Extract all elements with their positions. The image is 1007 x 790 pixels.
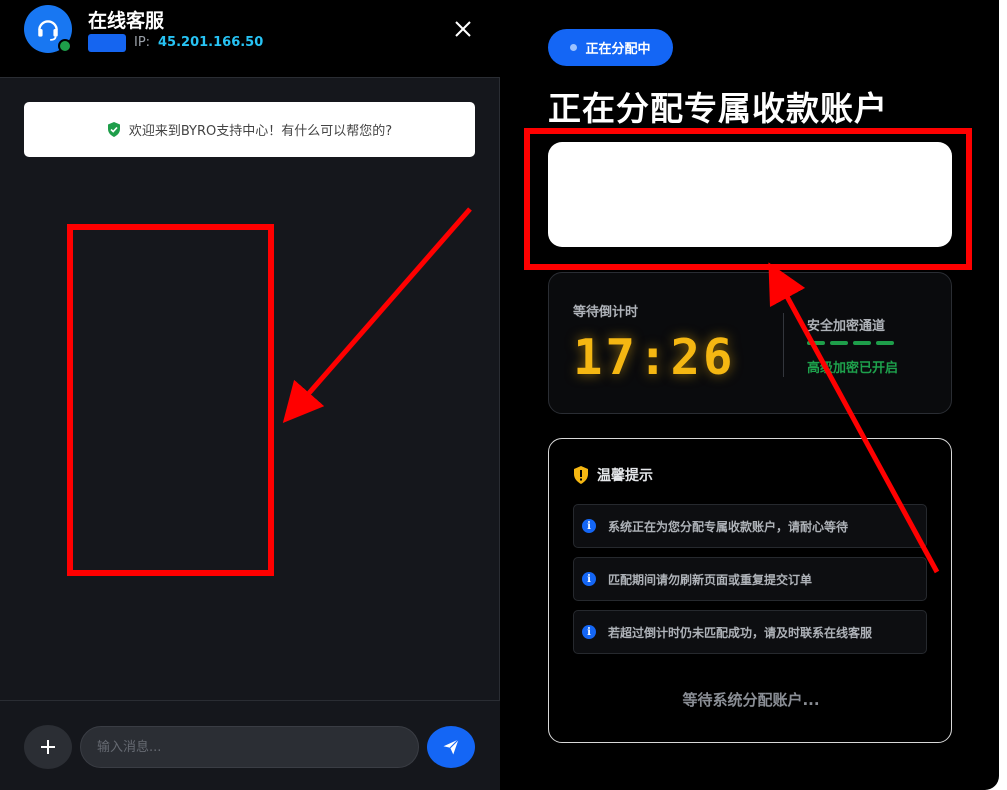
- tip-text: 若超过倒计时仍未匹配成功，请及时联系在线客服: [608, 625, 873, 640]
- info-icon: i: [582, 625, 596, 639]
- account-info-card: [548, 142, 952, 247]
- countdown-label: 等待倒计时: [573, 305, 639, 320]
- send-button[interactable]: [427, 726, 475, 768]
- strength-bar: [876, 341, 894, 345]
- chat-input-bar: [0, 700, 500, 790]
- tips-card: 温馨提示 i 系统正在为您分配专属收款账户，请耐心等待 i 匹配期间请勿刷新页面…: [548, 438, 952, 743]
- strength-bar: [853, 341, 871, 345]
- assignment-panel: 正在分配中 正在分配专属收款账户 等待倒计时 17:26 安全加密通道 高级加密…: [500, 0, 999, 790]
- tip-item: i 若超过倒计时仍未匹配成功，请及时联系在线客服: [573, 610, 927, 654]
- tip-item: i 系统正在为您分配专属收款账户，请耐心等待: [573, 504, 927, 548]
- strength-bar: [807, 341, 825, 345]
- waiting-text: 等待系统分配账户...: [682, 691, 820, 709]
- tip-text: 匹配期间请勿刷新页面或重复提交订单: [608, 572, 813, 587]
- tips-header: 温馨提示: [573, 465, 653, 485]
- secure-channel-label: 安全加密通道: [807, 319, 886, 334]
- page-title: 正在分配专属收款账户: [548, 89, 888, 128]
- plus-icon: [41, 740, 55, 754]
- status-badge-label: 正在分配中: [585, 42, 651, 57]
- tips-title: 温馨提示: [597, 468, 653, 484]
- online-status-dot: [58, 39, 72, 53]
- divider: [783, 313, 784, 377]
- secure-strength-bars: [807, 341, 894, 345]
- attach-button[interactable]: [24, 725, 72, 769]
- headset-icon: [38, 20, 58, 41]
- info-icon: i: [582, 572, 596, 586]
- status-badge: 正在分配中: [548, 29, 673, 66]
- strength-bar: [830, 341, 848, 345]
- chat-title: 在线客服: [88, 10, 165, 32]
- welcome-text: 欢迎来到BYRO支持中心！有什么可以帮您的?: [128, 124, 393, 139]
- countdown-value: 17:26: [573, 329, 736, 386]
- info-icon: i: [582, 519, 596, 533]
- secure-status: 高级加密已开启: [807, 361, 899, 376]
- ip-value: 45.201.166.50: [158, 35, 264, 50]
- chat-header: 在线客服 IP: 45.201.166.50: [0, 0, 500, 78]
- tip-item: i 匹配期间请勿刷新页面或重复提交订单: [573, 557, 927, 601]
- redacted-tag: [88, 34, 126, 52]
- countdown-card: 等待倒计时 17:26 安全加密通道 高级加密已开启: [548, 272, 952, 414]
- shield-check-icon: [107, 122, 120, 137]
- warning-shield-icon: [574, 466, 588, 484]
- welcome-banner: 欢迎来到BYRO支持中心！有什么可以帮您的?: [24, 102, 475, 157]
- tip-text: 系统正在为您分配专属收款账户，请耐心等待: [608, 519, 849, 534]
- close-icon: [455, 21, 471, 37]
- ip-label: IP:: [134, 35, 151, 50]
- message-input[interactable]: [80, 726, 419, 768]
- close-button[interactable]: [450, 16, 476, 42]
- send-icon: [443, 739, 459, 755]
- chat-panel: 在线客服 IP: 45.201.166.50 欢迎来到BYRO支持中心！有什么可…: [0, 0, 500, 790]
- badge-dot: [570, 44, 578, 51]
